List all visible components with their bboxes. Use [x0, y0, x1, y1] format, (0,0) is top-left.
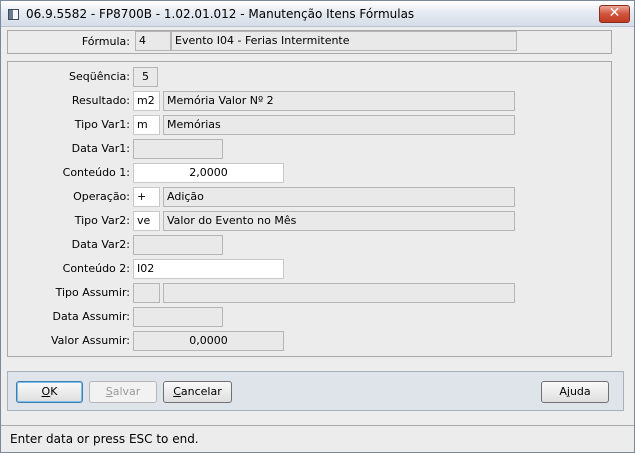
tipo-var1-desc-field: Memórias [163, 115, 515, 135]
tipo-var2-desc-field: Valor do Evento no Mês [163, 211, 515, 231]
formula-panel: Fórmula: 4 Evento I04 - Ferias Intermite… [7, 30, 612, 54]
salvar-label-rest: alvar [112, 385, 141, 398]
ok-label-rest: K [50, 385, 58, 398]
formula-code-field: 4 [135, 31, 171, 51]
tipo-assumir-code-field [133, 283, 160, 303]
tipo-var1-label: Tipo Var1: [74, 118, 130, 131]
ajuda-button[interactable]: Ajuda [541, 381, 609, 403]
title-bar[interactable]: 06.9.5582 - FP8700B - 1.02.01.012 - Manu… [1, 1, 634, 27]
salvar-hotkey: S [105, 385, 113, 398]
operacao-code-input[interactable]: + [133, 187, 160, 207]
status-message: Enter data or press ESC to end. [10, 432, 199, 446]
ajuda-label-pre: A [559, 385, 567, 398]
tipo-var2-label: Tipo Var2: [74, 214, 130, 227]
form-panel: Seqüência: 5 Resultado: m2 Memória Valor… [7, 61, 612, 357]
resultado-label: Resultado: [71, 94, 130, 107]
tipo-assumir-desc-field [163, 283, 515, 303]
valor-assumir-field: 0,0000 [133, 331, 284, 351]
app-icon [8, 9, 19, 20]
ajuda-label-rest: uda [569, 385, 591, 398]
sequencia-field: 5 [133, 67, 158, 87]
dialog-window: 06.9.5582 - FP8700B - 1.02.01.012 - Manu… [0, 0, 635, 453]
resultado-code-input[interactable]: m2 [133, 91, 160, 111]
ok-hotkey: O [41, 385, 51, 398]
resultado-desc-field: Memória Valor Nº 2 [163, 91, 515, 111]
close-button[interactable]: ✕ [599, 5, 630, 23]
conteudo1-input[interactable]: 2,0000 [133, 163, 284, 183]
tipo-assumir-label: Tipo Assumir: [55, 286, 130, 299]
status-bar: Enter data or press ESC to end. [1, 425, 634, 452]
sequencia-label: Seqüência: [69, 70, 130, 83]
tipo-var2-code-input[interactable]: ve [133, 211, 160, 231]
ok-button[interactable]: OK [16, 381, 83, 403]
data-assumir-field [133, 307, 223, 327]
button-bar: OK Salvar Cancelar Ajuda [7, 371, 624, 411]
close-icon: ✕ [608, 5, 621, 21]
data-var2-field [133, 235, 223, 255]
data-var2-label: Data Var2: [71, 238, 130, 251]
formula-desc-field: Evento I04 - Ferias Intermitente [171, 31, 517, 51]
formula-label: Fórmula: [81, 35, 130, 48]
data-assumir-label: Data Assumir: [52, 310, 130, 323]
salvar-button[interactable]: Salvar [89, 381, 157, 403]
cancelar-hotkey: C [173, 385, 181, 398]
conteudo2-input[interactable]: I02 [133, 259, 284, 279]
data-var1-field [133, 139, 223, 159]
valor-assumir-label: Valor Assumir: [51, 334, 130, 347]
operacao-desc-field: Adição [163, 187, 515, 207]
operacao-label: Operação: [73, 190, 130, 203]
conteudo2-label: Conteúdo 2: [62, 262, 130, 275]
data-var1-label: Data Var1: [71, 142, 130, 155]
tipo-var1-code-input[interactable]: m [133, 115, 160, 135]
cancelar-label-rest: ancelar [180, 385, 222, 398]
cancelar-button[interactable]: Cancelar [163, 381, 232, 403]
conteudo1-label: Conteúdo 1: [62, 166, 130, 179]
window-title: 06.9.5582 - FP8700B - 1.02.01.012 - Manu… [26, 7, 415, 21]
